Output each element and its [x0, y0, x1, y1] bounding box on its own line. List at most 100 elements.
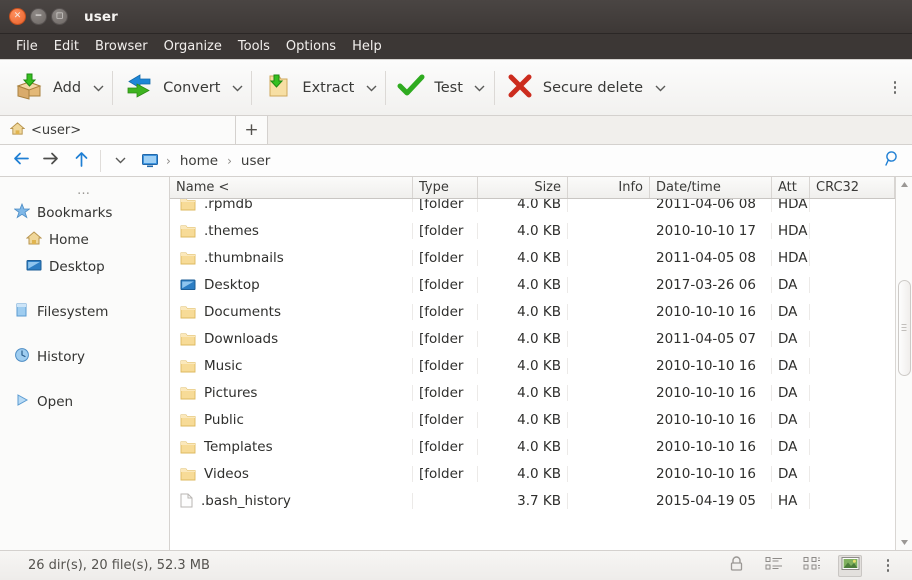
computer-icon[interactable] — [137, 153, 163, 168]
menu-tools[interactable]: Tools — [230, 37, 278, 56]
folder-icon — [180, 440, 196, 454]
toolbar-overflow-button[interactable] — [884, 68, 906, 108]
menu-options[interactable]: Options — [278, 37, 344, 56]
breadcrumb-home[interactable]: home — [174, 151, 224, 171]
sidebar-item-desktop[interactable]: Desktop — [0, 253, 169, 280]
folder-icon — [180, 251, 196, 265]
search-button[interactable] — [878, 150, 906, 171]
tab-user[interactable]: <user> — [0, 116, 236, 144]
table-row[interactable]: Music [folder 4.0 KB 2010-10-10 16 DA — [170, 352, 895, 379]
folder-icon — [180, 199, 196, 211]
scrollbar-thumb[interactable] — [897, 280, 911, 376]
cell-name: Documents — [170, 303, 413, 320]
table-row[interactable]: .themes [folder 4.0 KB 2010-10-10 17 HDA — [170, 217, 895, 244]
new-tab-button[interactable]: + — [236, 116, 268, 144]
close-button[interactable]: ✕ — [9, 8, 26, 25]
thumbnail-view-button[interactable] — [838, 554, 862, 577]
cell-size: 4.0 KB — [478, 465, 568, 482]
forward-button[interactable] — [36, 148, 66, 174]
list-view-button[interactable] — [762, 555, 786, 577]
table-row[interactable]: Pictures [folder 4.0 KB 2010-10-10 16 DA — [170, 379, 895, 406]
menu-file[interactable]: File — [8, 37, 46, 56]
sidebar-item-home[interactable]: Home — [0, 226, 169, 253]
table-row[interactable]: Public [folder 4.0 KB 2010-10-10 16 DA — [170, 406, 895, 433]
table-row[interactable]: Documents [folder 4.0 KB 2010-10-10 16 DA — [170, 298, 895, 325]
vertical-dots-icon — [886, 559, 890, 572]
cell-name-text: .themes — [204, 222, 259, 239]
folder-icon — [180, 305, 196, 319]
column-header-name[interactable]: Name < — [170, 177, 413, 198]
cell-name: .thumbnails — [170, 249, 413, 266]
home-icon — [9, 121, 26, 140]
convert-button[interactable]: Convert — [116, 66, 226, 110]
cell-attr: HDA — [772, 199, 810, 212]
menu-help[interactable]: Help — [344, 37, 390, 56]
cell-type: [folder — [413, 276, 478, 293]
cell-name: Videos — [170, 465, 413, 482]
cell-size: 4.0 KB — [478, 222, 568, 239]
column-header-crc32[interactable]: CRC32 — [810, 177, 895, 198]
path-history-button[interactable] — [105, 148, 135, 174]
statusbar-overflow-button[interactable] — [876, 555, 900, 577]
cell-type: [folder — [413, 357, 478, 374]
cell-type: [folder — [413, 438, 478, 455]
up-button[interactable] — [66, 148, 96, 174]
table-row[interactable]: .rpmdb [folder 4.0 KB 2011-04-06 08 HDA — [170, 199, 895, 217]
sidebar-item-history[interactable]: History — [0, 343, 169, 370]
add-dropdown-caret[interactable] — [87, 66, 109, 110]
convert-dropdown-caret[interactable] — [226, 66, 248, 110]
cell-type: [folder — [413, 303, 478, 320]
test-dropdown-caret[interactable] — [469, 66, 491, 110]
cell-name: Desktop — [170, 276, 413, 293]
cell-attr: DA — [772, 330, 810, 347]
table-row[interactable]: .thumbnails [folder 4.0 KB 2011-04-05 08 HDA — [170, 244, 895, 271]
column-header-info[interactable]: Info — [568, 177, 650, 198]
column-header-attributes[interactable]: Att — [772, 177, 810, 198]
test-button-label: Test — [434, 79, 463, 96]
minimize-button[interactable]: − — [30, 8, 47, 25]
table-row[interactable]: Videos [folder 4.0 KB 2010-10-10 16 DA — [170, 460, 895, 487]
menu-organize[interactable]: Organize — [156, 37, 230, 56]
sidebar-item-bookmarks[interactable]: Bookmarks — [0, 199, 169, 226]
table-row[interactable]: .bash_history 3.7 KB 2015-04-19 05 HA — [170, 487, 895, 514]
menu-browser[interactable]: Browser — [87, 37, 156, 56]
table-row[interactable]: Templates [folder 4.0 KB 2010-10-10 16 DA — [170, 433, 895, 460]
lock-button[interactable] — [724, 555, 748, 577]
toolbar-divider-1 — [112, 70, 114, 105]
table-row[interactable]: Downloads [folder 4.0 KB 2011-04-05 07 DA — [170, 325, 895, 352]
detail-view-button[interactable] — [800, 555, 824, 577]
back-button[interactable] — [6, 148, 36, 174]
column-header-type[interactable]: Type — [413, 177, 478, 198]
folder-icon — [180, 359, 196, 373]
cell-name: .themes — [170, 222, 413, 239]
column-header-datetime[interactable]: Date/time — [650, 177, 772, 198]
scrollbar-track[interactable] — [897, 192, 912, 535]
cell-name-text: .rpmdb — [204, 199, 253, 212]
file-list-scrollbar[interactable] — [895, 177, 912, 550]
extract-button[interactable]: Extract — [255, 66, 360, 110]
cell-attr: HDA — [772, 249, 810, 266]
breadcrumb-user[interactable]: user — [235, 151, 276, 171]
toolbar-divider-4 — [493, 70, 495, 105]
secure-delete-button[interactable]: Secure delete — [498, 66, 649, 110]
secure-delete-dropdown-caret[interactable] — [649, 66, 671, 110]
extract-button-label: Extract — [302, 79, 355, 96]
cell-name-text: Documents — [204, 303, 281, 320]
menu-edit[interactable]: Edit — [46, 37, 87, 56]
convert-button-label: Convert — [163, 79, 221, 96]
sidebar-item-open[interactable]: Open — [0, 388, 169, 415]
column-header-size[interactable]: Size — [478, 177, 568, 198]
cell-date: 2015-04-19 05 — [650, 492, 772, 509]
scroll-down-arrow[interactable] — [897, 535, 912, 550]
extract-dropdown-caret[interactable] — [360, 66, 382, 110]
maximize-button[interactable]: ◻ — [51, 8, 68, 25]
sidebar-label-filesystem: Filesystem — [37, 303, 109, 320]
table-row[interactable]: Desktop [folder 4.0 KB 2017-03-26 06 DA — [170, 271, 895, 298]
test-button[interactable]: Test — [389, 66, 469, 110]
sidebar-item-filesystem[interactable]: Filesystem — [0, 298, 169, 325]
add-button[interactable]: Add — [6, 66, 87, 110]
scroll-up-arrow[interactable] — [897, 177, 912, 192]
sidebar-label-bookmarks: Bookmarks — [37, 204, 113, 221]
sidebar-overflow-handle[interactable]: … — [0, 181, 169, 199]
